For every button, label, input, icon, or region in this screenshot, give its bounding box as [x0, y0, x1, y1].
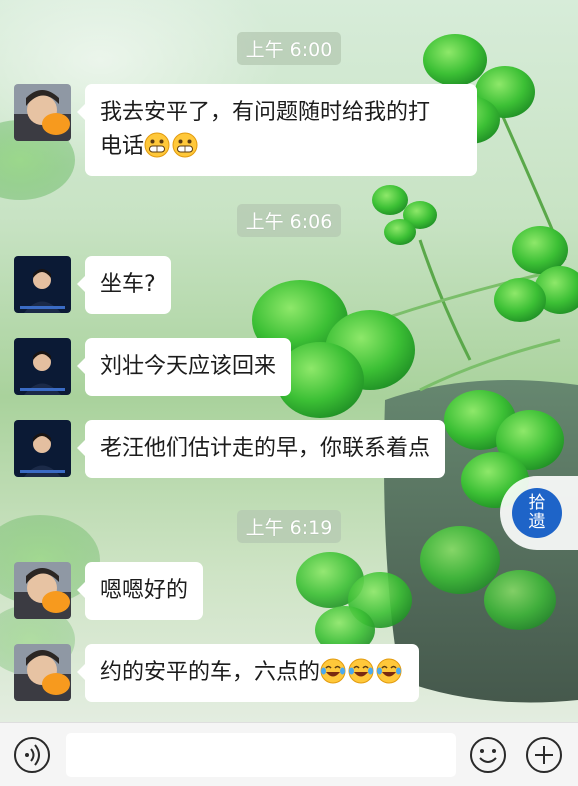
message-row: 刘壮今天应该回来	[14, 338, 292, 396]
avatar[interactable]	[14, 420, 71, 477]
floating-badge-logo: 拾 遗	[512, 488, 562, 538]
laugh-cry-emoji	[376, 658, 402, 684]
message-bubble[interactable]: 约的安平的车，六点的	[76, 644, 420, 702]
message-input[interactable]	[66, 733, 456, 777]
laugh-cry-emoji	[320, 658, 346, 684]
badge-text: 遗	[528, 512, 546, 532]
message-text: 老汪他们估计走的早，你联系着点	[100, 436, 431, 461]
avatar[interactable]	[14, 338, 71, 395]
input-bar	[0, 722, 578, 786]
message-text-line2: 电话	[100, 130, 462, 164]
message-text: 我去安平了，有问题随时给我的打	[100, 100, 431, 125]
plus-icon[interactable]	[525, 736, 563, 774]
message-bubble[interactable]: 我去安平了，有问题随时给我的打 电话	[77, 84, 477, 176]
message-bubble[interactable]: 刘壮今天应该回来	[76, 338, 292, 396]
badge-text: 拾	[528, 493, 546, 513]
timestamp-label: 上午 6:06	[236, 204, 342, 237]
avatar[interactable]	[14, 562, 71, 619]
timestamp: 上午 6:00	[0, 32, 578, 65]
message-text: 约的安平的车，六点的	[100, 660, 321, 685]
message-row: 我去安平了，有问题随时给我的打 电话	[14, 84, 477, 176]
timestamp: 上午 6:19	[0, 510, 578, 543]
message-text: 坐车?	[100, 272, 156, 297]
message-row: 嗯嗯好的	[14, 562, 204, 620]
message-row: 坐车?	[14, 256, 171, 314]
timestamp: 上午 6:06	[0, 204, 578, 237]
chat-screen: 上午 6:00 上午 6:06 上午 6:19 我去安平了，有问题随时给我的打 …	[0, 0, 578, 786]
message-row: 老汪他们估计走的早，你联系着点	[14, 420, 446, 478]
floating-mini-program-button[interactable]: 拾 遗	[500, 476, 578, 550]
avatar[interactable]	[14, 84, 71, 141]
message-bubble[interactable]: 坐车?	[77, 256, 171, 314]
message-bubble[interactable]: 老汪他们估计走的早，你联系着点	[76, 420, 446, 478]
avatar[interactable]	[14, 644, 71, 701]
avatar[interactable]	[14, 256, 71, 313]
message-text: 刘壮今天应该回来	[100, 354, 277, 379]
timestamp-label: 上午 6:19	[236, 510, 342, 543]
message-text: 嗯嗯好的	[100, 578, 189, 603]
smiley-icon[interactable]	[469, 736, 507, 774]
voice-icon[interactable]	[13, 736, 51, 774]
grin-emoji	[144, 132, 170, 158]
timestamp-label: 上午 6:00	[236, 32, 342, 65]
message-text: 电话	[100, 134, 145, 159]
message-bubble[interactable]: 嗯嗯好的	[76, 562, 204, 620]
message-row: 约的安平的车，六点的	[14, 644, 420, 702]
grin-emoji	[172, 132, 198, 158]
laugh-cry-emoji	[348, 658, 374, 684]
